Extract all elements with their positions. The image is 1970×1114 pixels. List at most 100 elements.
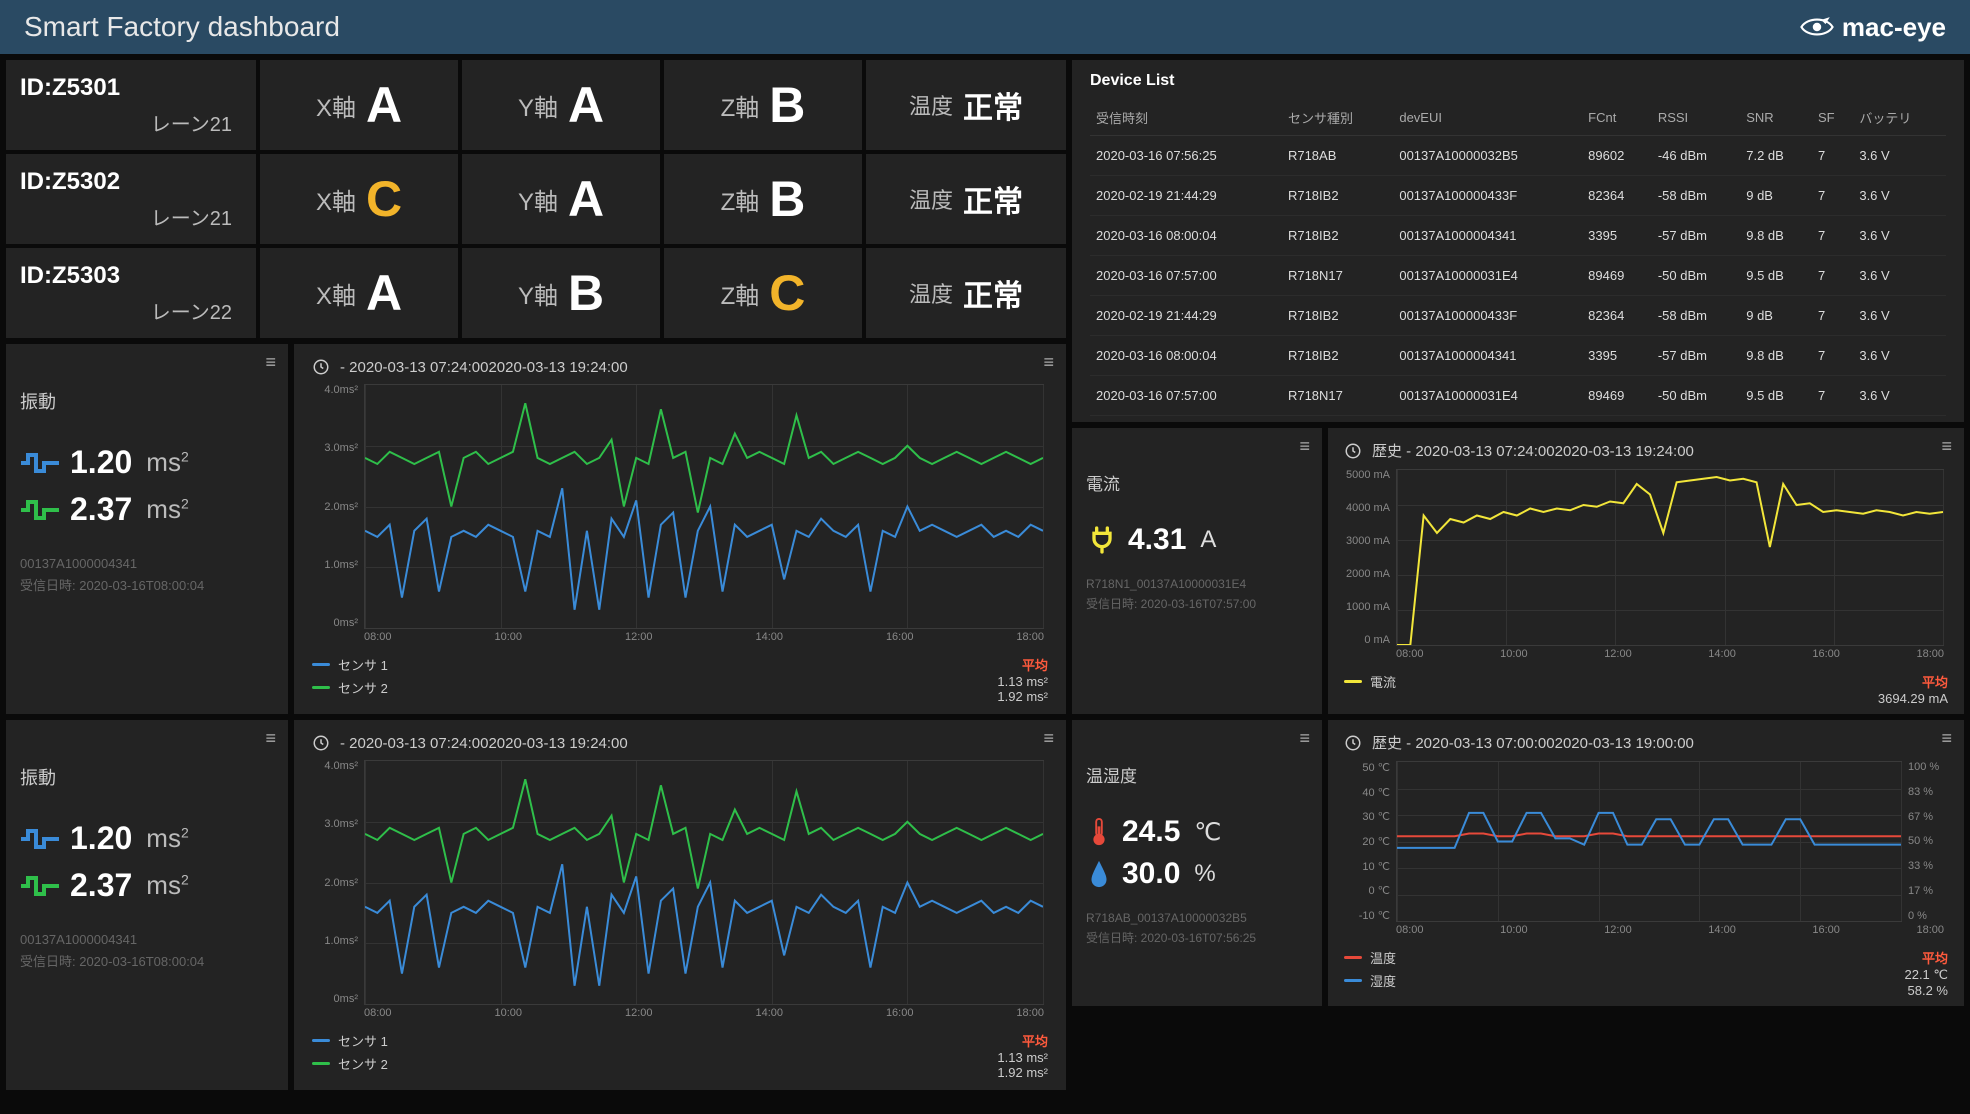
legend-item[interactable]: センサ 2 xyxy=(312,678,388,697)
temp-status-cell[interactable]: 温度 正常 xyxy=(866,154,1066,244)
table-row[interactable]: 2020-03-16 08:00:04R718IB200137A10000043… xyxy=(1090,216,1946,256)
table-row[interactable]: 2020-03-16 07:56:25R718AB00137A10000032B… xyxy=(1090,136,1946,176)
current-unit: A xyxy=(1200,526,1216,554)
table-row[interactable]: 2020-03-16 08:00:04R718IB200137A10000043… xyxy=(1090,336,1946,376)
legend-avg: 1.92 ms² xyxy=(997,1065,1048,1080)
table-cell: 89469 xyxy=(1582,376,1652,416)
temp-label: 温度 xyxy=(909,183,953,215)
legend-item[interactable]: 電流 xyxy=(1344,672,1396,691)
axis-label: Z軸 xyxy=(721,276,760,311)
panel-menu-icon[interactable]: ≡ xyxy=(1941,436,1952,457)
current-summary-panel: ≡ 電流 4.31 A R718N1_00137A10000031E4 受信日時… xyxy=(1072,428,1322,714)
lane-id-cell[interactable]: ID:Z5303 レーン22 xyxy=(6,248,256,338)
table-cell: 3.6 V xyxy=(1853,136,1946,176)
axis-cell[interactable]: X軸 A xyxy=(260,60,458,150)
vibration-summary-2: ≡ 振動 1.20 ms2 2.37 ms2 00137A1000004341 … xyxy=(6,720,288,1090)
device-col-header[interactable]: RSSI xyxy=(1652,100,1740,136)
axis-label: X軸 xyxy=(316,88,356,123)
table-cell: 2020-02-19 21:44:29 xyxy=(1090,296,1282,336)
legend-avg: 58.2 % xyxy=(1904,983,1948,998)
panel-menu-icon[interactable]: ≡ xyxy=(265,728,276,749)
legend-item[interactable]: 湿度 xyxy=(1344,971,1396,990)
vibration-chart-1: ≡ - 2020-03-13 07:24:002020-03-13 19:24:… xyxy=(294,344,1066,714)
humidity-value: 30.0 xyxy=(1122,857,1180,891)
axis-grade: A xyxy=(366,264,402,322)
axis-cell[interactable]: X軸 C xyxy=(260,154,458,244)
temp-status: 正常 xyxy=(963,83,1023,127)
table-cell: 7 xyxy=(1812,296,1853,336)
table-cell: 00137A10000031E4 xyxy=(1393,256,1582,296)
device-col-header[interactable]: SNR xyxy=(1740,100,1812,136)
temp-label: 温度 xyxy=(909,89,953,121)
legend-item[interactable]: センサ 1 xyxy=(312,655,388,674)
chart-plot-area[interactable]: 5000 mA4000 mA3000 mA2000 mA1000 mA0 mA0… xyxy=(1344,469,1948,666)
panel-menu-icon[interactable]: ≡ xyxy=(1299,436,1310,457)
temp-status: 正常 xyxy=(963,271,1023,315)
temp-status-cell[interactable]: 温度 正常 xyxy=(866,60,1066,150)
axis-label: X軸 xyxy=(316,276,356,311)
table-row[interactable]: 2020-02-19 21:44:29R718IB200137A10000043… xyxy=(1090,296,1946,336)
current-title: 電流 xyxy=(1086,470,1308,495)
axis-grade: C xyxy=(769,264,805,322)
chart-plot-area[interactable]: 50 ℃40 ℃30 ℃20 ℃10 ℃0 ℃-10 ℃100 %83 %67 … xyxy=(1344,761,1948,942)
clock-icon xyxy=(1344,734,1362,752)
axis-label: Y軸 xyxy=(518,88,558,123)
axis-cell[interactable]: Y軸 B xyxy=(462,248,660,338)
table-row[interactable]: 2020-03-16 07:57:00R718N1700137A10000031… xyxy=(1090,256,1946,296)
device-col-header[interactable]: FCnt xyxy=(1582,100,1652,136)
vibration-metric-1: 1.20 ms2 xyxy=(20,820,274,857)
axis-label: Y軸 xyxy=(518,276,558,311)
table-cell: R718IB2 xyxy=(1282,296,1393,336)
lane-name: レーン21 xyxy=(151,108,232,137)
panel-menu-icon[interactable]: ≡ xyxy=(1299,728,1310,749)
table-cell: 2020-03-16 07:57:00 xyxy=(1090,256,1282,296)
axis-cell[interactable]: Z軸 C xyxy=(664,248,862,338)
table-row[interactable]: 2020-02-19 21:44:29R718IB200137A10000043… xyxy=(1090,176,1946,216)
legend-item[interactable]: 温度 xyxy=(1344,948,1396,967)
table-cell: 7 xyxy=(1812,336,1853,376)
humidity-unit: % xyxy=(1194,860,1215,888)
legend-label: 電流 xyxy=(1370,672,1396,691)
device-col-header[interactable]: 受信時刻 xyxy=(1090,100,1282,136)
table-cell: 00137A1000004341 xyxy=(1393,216,1582,256)
axis-cell[interactable]: Z軸 B xyxy=(664,60,862,150)
table-cell: 7 xyxy=(1812,136,1853,176)
axis-grade: A xyxy=(568,76,604,134)
device-col-header[interactable]: SF xyxy=(1812,100,1853,136)
table-cell: 2020-03-16 08:00:04 xyxy=(1090,336,1282,376)
table-cell: -50 dBm xyxy=(1652,376,1740,416)
axis-cell[interactable]: X軸 A xyxy=(260,248,458,338)
legend-avg: 1.92 ms² xyxy=(997,689,1048,704)
axis-cell[interactable]: Y軸 A xyxy=(462,154,660,244)
panel-menu-icon[interactable]: ≡ xyxy=(1043,728,1054,749)
table-cell: 82364 xyxy=(1582,176,1652,216)
table-cell: R718IB2 xyxy=(1282,176,1393,216)
chart-plot-area[interactable]: 4.0ms²3.0ms²2.0ms²1.0ms²0ms²08:0010:0012… xyxy=(312,384,1048,649)
legend-label: センサ 2 xyxy=(338,1054,388,1073)
device-col-header[interactable]: バッテリ xyxy=(1853,100,1946,136)
temphum-recv-time: 受信日時: 2020-03-16T07:56:25 xyxy=(1086,929,1308,946)
temphum-chart-panel: ≡ 歴史 - 2020-03-13 07:00:002020-03-13 19:… xyxy=(1328,720,1964,1006)
panel-menu-icon[interactable]: ≡ xyxy=(265,352,276,373)
legend-item[interactable]: センサ 2 xyxy=(312,1054,388,1073)
axis-cell[interactable]: Y軸 A xyxy=(462,60,660,150)
table-cell: R718IB2 xyxy=(1282,336,1393,376)
lane-status-matrix: ID:Z5301 レーン21X軸 AY軸 AZ軸 B温度 正常ID:Z5302 … xyxy=(6,60,1066,338)
chart-plot-area[interactable]: 4.0ms²3.0ms²2.0ms²1.0ms²0ms²08:0010:0012… xyxy=(312,760,1048,1025)
table-cell: 3.6 V xyxy=(1853,176,1946,216)
panel-menu-icon[interactable]: ≡ xyxy=(1043,352,1054,373)
table-cell: 9.8 dB xyxy=(1740,216,1812,256)
device-col-header[interactable]: センサ種別 xyxy=(1282,100,1393,136)
table-cell: 9 dB xyxy=(1740,296,1812,336)
chart-title: 歴史 - 2020-03-13 07:00:002020-03-13 19:00… xyxy=(1372,732,1694,753)
axis-cell[interactable]: Z軸 B xyxy=(664,154,862,244)
lane-id-cell[interactable]: ID:Z5301 レーン21 xyxy=(6,60,256,150)
temp-status-cell[interactable]: 温度 正常 xyxy=(866,248,1066,338)
lane-id-cell[interactable]: ID:Z5302 レーン21 xyxy=(6,154,256,244)
table-cell: 9.5 dB xyxy=(1740,376,1812,416)
device-col-header[interactable]: devEUI xyxy=(1393,100,1582,136)
table-cell: 7 xyxy=(1812,256,1853,296)
legend-item[interactable]: センサ 1 xyxy=(312,1031,388,1050)
table-row[interactable]: 2020-03-16 07:57:00R718N1700137A10000031… xyxy=(1090,376,1946,416)
panel-menu-icon[interactable]: ≡ xyxy=(1941,728,1952,749)
